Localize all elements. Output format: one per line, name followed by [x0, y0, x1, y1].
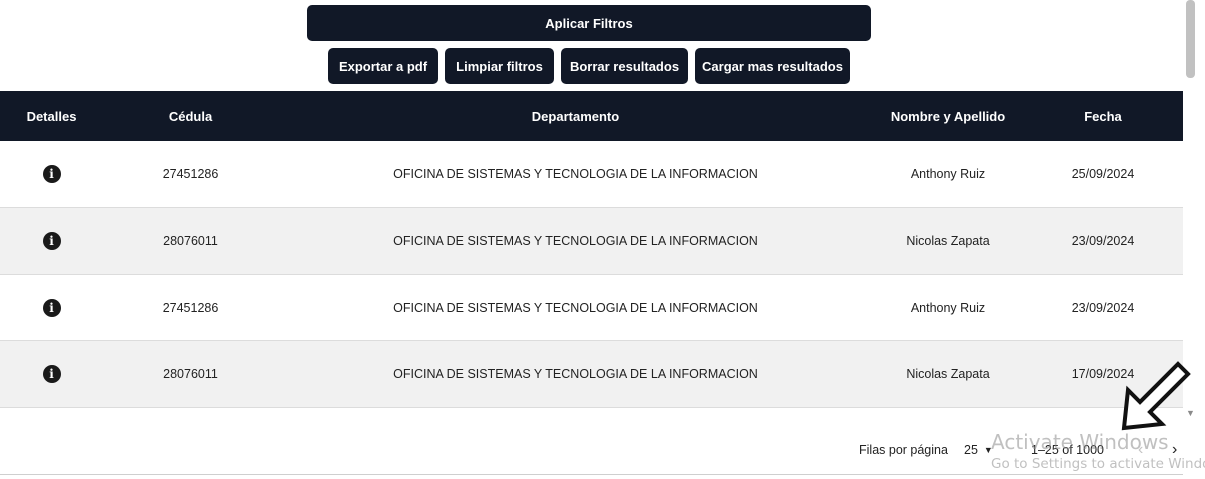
header-cedula[interactable]: Cédula — [103, 109, 278, 124]
cell-cedula: 27451286 — [162, 167, 219, 181]
chevron-left-icon[interactable]: ‹ — [1138, 440, 1143, 460]
cell-cedula: 28076011 — [163, 367, 218, 381]
header-detalles[interactable]: Detalles — [0, 109, 103, 124]
table-row: i 27451286 OFICINA DE SISTEMAS Y TECNOLO… — [0, 141, 1183, 208]
results-table: Detalles Cédula Departamento Nombre y Ap… — [0, 91, 1183, 408]
cell-nombre: Nicolas Zapata — [906, 367, 990, 381]
header-nombre[interactable]: Nombre y Apellido — [873, 109, 1023, 124]
cell-fecha: 23/09/2024 — [1071, 234, 1135, 248]
cell-fecha: 23/09/2024 — [1071, 300, 1135, 315]
divider — [0, 474, 1183, 475]
rows-per-page-select[interactable]: 25 ▼ — [964, 440, 993, 460]
caret-down-icon: ▼ — [983, 445, 993, 455]
info-icon[interactable]: i — [42, 232, 61, 250]
table-header: Detalles Cédula Departamento Nombre y Ap… — [0, 91, 1183, 141]
pagination-range: 1–25 of 1000 — [1031, 443, 1104, 457]
delete-results-button[interactable]: Borrar resultados — [561, 48, 688, 84]
export-pdf-button[interactable]: Exportar a pdf — [328, 48, 438, 84]
table-row: i 28076011 OFICINA DE SISTEMAS Y TECNOLO… — [0, 208, 1183, 275]
header-fecha[interactable]: Fecha — [1023, 109, 1183, 124]
rows-per-page-value: 25 — [964, 443, 978, 457]
info-icon[interactable]: i — [42, 298, 61, 317]
header-departamento[interactable]: Departamento — [278, 109, 873, 124]
cell-nombre: Anthony Ruiz — [910, 167, 986, 181]
cell-departamento: OFICINA DE SISTEMAS Y TECNOLOGIA DE LA I… — [393, 167, 758, 181]
cell-cedula: 28076011 — [163, 234, 218, 248]
info-icon[interactable]: i — [42, 365, 61, 383]
table-row: i 28076011 OFICINA DE SISTEMAS Y TECNOLO… — [0, 341, 1183, 408]
cell-departamento: OFICINA DE SISTEMAS Y TECNOLOGIA DE LA I… — [393, 300, 758, 315]
cell-cedula: 27451286 — [162, 300, 219, 315]
apply-filters-button[interactable]: Aplicar Filtros — [307, 5, 871, 41]
info-icon[interactable]: i — [42, 165, 61, 183]
cell-fecha: 25/09/2024 — [1071, 167, 1135, 181]
cell-departamento: OFICINA DE SISTEMAS Y TECNOLOGIA DE LA I… — [393, 234, 758, 248]
chevron-right-icon[interactable]: › — [1172, 440, 1177, 460]
cell-departamento: OFICINA DE SISTEMAS Y TECNOLOGIA DE LA I… — [393, 367, 758, 381]
rows-per-page-label: Filas por página — [859, 443, 948, 457]
clear-filters-button[interactable]: Limpiar filtros — [445, 48, 554, 84]
load-more-results-button[interactable]: Cargar mas resultados — [695, 48, 850, 84]
scrollbar-thumb[interactable] — [1186, 0, 1195, 78]
arrow-pointer-icon — [1121, 361, 1191, 431]
cell-nombre: Anthony Ruiz — [910, 300, 986, 315]
cell-nombre: Nicolas Zapata — [906, 234, 990, 248]
table-row: i 27451286 OFICINA DE SISTEMAS Y TECNOLO… — [0, 275, 1183, 341]
